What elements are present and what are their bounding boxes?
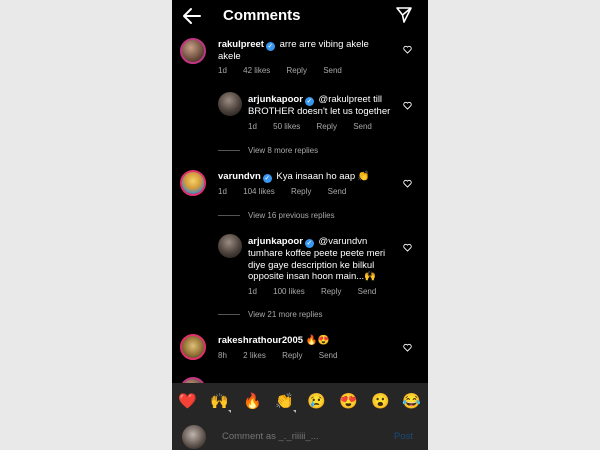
username[interactable]: arjunkapoor — [248, 94, 303, 105]
comment-time: 1d — [218, 187, 227, 196]
comment-text: arjunkapoor ✓ @varundvn tumhare koffee pe… — [248, 236, 398, 283]
heart-icon[interactable] — [403, 45, 412, 54]
avatar[interactable] — [180, 38, 206, 64]
reply-button[interactable]: Reply — [287, 66, 307, 75]
send-button[interactable]: Send — [328, 187, 347, 196]
comment-body: Kya insaan ho aap 👏 — [276, 171, 370, 182]
comment-meta: 1d 50 likes Reply Send — [248, 122, 386, 131]
view-more-label: View 16 previous replies — [248, 211, 335, 220]
verified-badge-icon: ✓ — [304, 239, 314, 248]
comment-text: varundvn ✓ Kya insaan ho aap 👏 — [218, 171, 388, 183]
emoji-laughing[interactable]: 😂 — [402, 393, 421, 411]
comment-meta: 1d 100 likes Reply Send — [248, 287, 390, 296]
view-more-label: View 21 more replies — [248, 310, 323, 319]
emoji-raised-hands[interactable]: 🙌 — [210, 393, 229, 411]
comments-screen: Comments rakulpreet ✓ arre arre vibing ak… — [172, 0, 428, 450]
emoji-crying[interactable]: 😢 — [307, 393, 326, 411]
verified-badge-icon: ✓ — [262, 174, 272, 183]
heart-icon[interactable] — [403, 243, 412, 252]
page-title: Comments — [223, 7, 301, 24]
send-button[interactable]: Send — [358, 287, 377, 296]
avatar[interactable] — [218, 92, 242, 116]
back-arrow-icon[interactable] — [182, 6, 202, 26]
avatar[interactable] — [180, 334, 206, 360]
comment-meta: 1d 42 likes Reply Send — [218, 66, 356, 75]
skin-tone-indicator-icon — [228, 410, 231, 413]
avatar[interactable] — [218, 234, 242, 258]
avatar[interactable] — [180, 170, 206, 196]
heart-icon[interactable] — [403, 101, 412, 110]
divider — [218, 150, 240, 152]
comment-meta: 1d 104 likes Reply Send — [218, 187, 360, 196]
reply-button[interactable]: Reply — [317, 122, 337, 131]
comment-meta: 8h 2 likes Reply Send — [218, 351, 351, 360]
view-more-label: View 8 more replies — [248, 146, 319, 155]
skin-tone-indicator-icon — [293, 410, 296, 413]
left-backdrop — [0, 0, 172, 450]
like-count[interactable]: 104 likes — [243, 187, 275, 196]
divider — [218, 215, 240, 217]
emoji-heart[interactable]: ❤️ — [178, 393, 197, 411]
comment-text: arjunkapoor ✓ @rakulpreet till BROTHER do… — [248, 94, 396, 118]
reply-button[interactable]: Reply — [321, 287, 341, 296]
send-button[interactable]: Send — [353, 122, 372, 131]
share-icon[interactable] — [395, 6, 413, 24]
verified-badge-icon: ✓ — [265, 42, 275, 51]
emoji-surprised[interactable]: 😮 — [371, 393, 390, 411]
heart-icon[interactable] — [403, 343, 412, 352]
emoji-fire[interactable]: 🔥 — [243, 393, 262, 411]
username[interactable]: arjunkapoor — [248, 236, 303, 247]
user-avatar — [182, 425, 206, 449]
like-count[interactable]: 2 likes — [243, 351, 266, 360]
send-button[interactable]: Send — [319, 351, 338, 360]
send-button[interactable]: Send — [323, 66, 342, 75]
post-button[interactable]: Post — [394, 431, 413, 442]
username[interactable]: rakeshrathour2005 — [218, 335, 303, 346]
comment-body: 🔥😍 — [305, 335, 330, 346]
username[interactable]: rakulpreet — [218, 39, 264, 50]
emoji-heart-eyes[interactable]: 😍 — [339, 393, 358, 411]
verified-badge-icon: ✓ — [304, 97, 314, 106]
view-previous-replies[interactable]: View 16 previous replies — [218, 211, 335, 220]
reply-button[interactable]: Reply — [282, 351, 302, 360]
divider — [218, 314, 240, 316]
comment-time: 8h — [218, 351, 227, 360]
comment-text: rakeshrathour2005 🔥😍 — [218, 335, 388, 347]
username[interactable]: varundvn — [218, 171, 261, 182]
comment-time: 1d — [248, 287, 257, 296]
right-backdrop — [428, 0, 600, 450]
comment-input[interactable] — [222, 431, 352, 442]
emoji-clap[interactable]: 👏 — [275, 393, 294, 411]
view-more-replies[interactable]: View 8 more replies — [218, 146, 318, 155]
composer-panel: ❤️ 🙌 🔥 👏 😢 😍 😮 😂 Post — [172, 383, 428, 450]
view-more-replies[interactable]: View 21 more replies — [218, 310, 323, 319]
heart-icon[interactable] — [403, 179, 412, 188]
comment-time: 1d — [218, 66, 227, 75]
like-count[interactable]: 100 likes — [273, 287, 305, 296]
like-count[interactable]: 42 likes — [243, 66, 270, 75]
comment-time: 1d — [248, 122, 257, 131]
header: Comments — [172, 0, 428, 32]
comment-text: rakulpreet ✓ arre arre vibing akele akele — [218, 39, 388, 63]
reply-button[interactable]: Reply — [291, 187, 311, 196]
like-count[interactable]: 50 likes — [273, 122, 300, 131]
